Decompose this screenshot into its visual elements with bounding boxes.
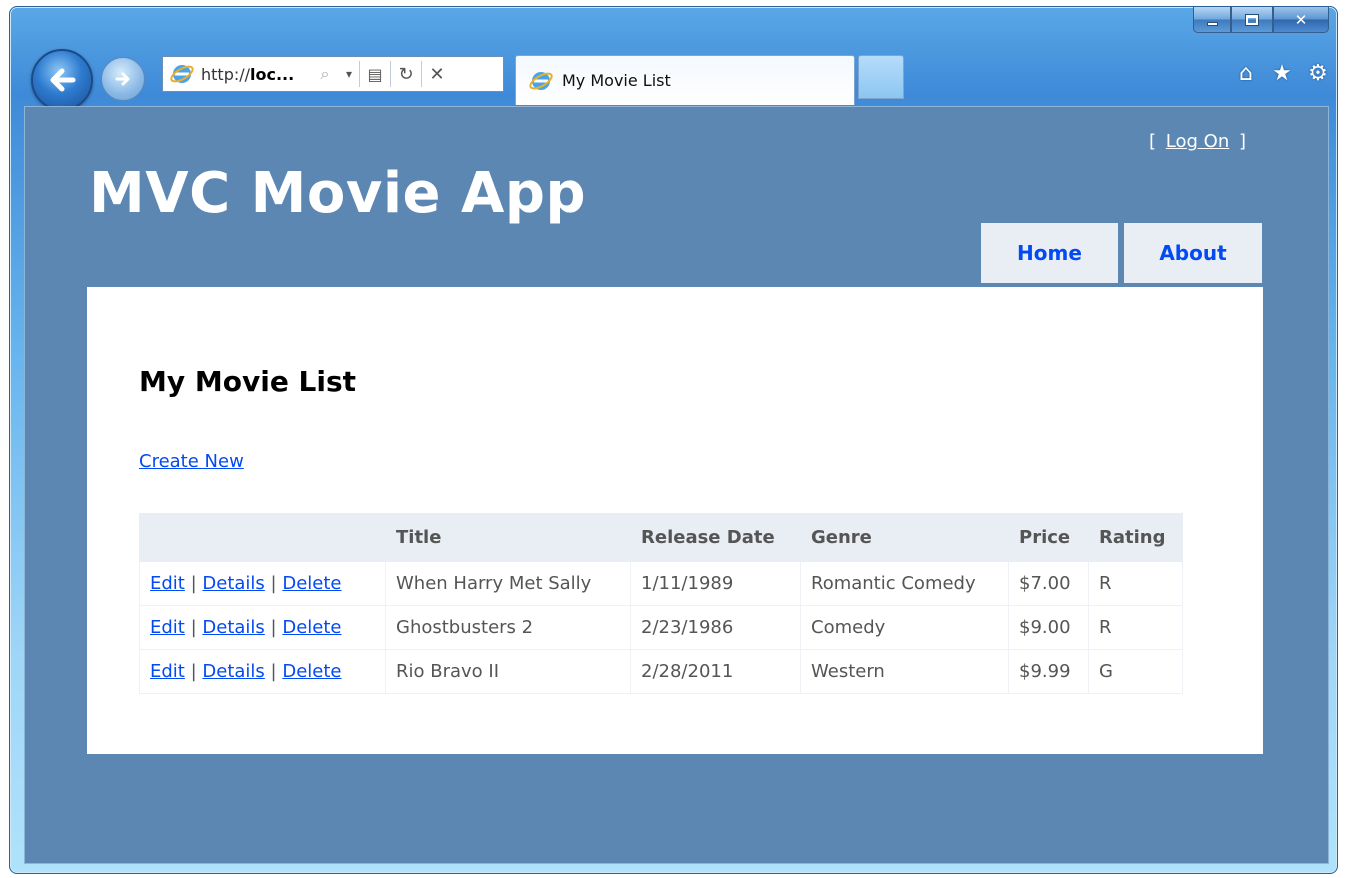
gear-icon[interactable]: ⚙ [1305, 60, 1331, 86]
command-icons: ⌂ ★ ⚙ [1233, 60, 1331, 86]
back-arrow-icon [50, 68, 76, 92]
cell-price: $7.00 [1008, 561, 1089, 606]
new-tab-button[interactable] [858, 55, 904, 99]
cell-release-date: 2/23/1986 [630, 605, 801, 650]
cell-genre: Western [800, 649, 1009, 694]
tab-title: My Movie List [562, 71, 671, 90]
address-url-prefix: http:// [201, 64, 251, 84]
table-row: Edit | Details | Delete Ghostbusters 2 2… [139, 605, 1183, 650]
page-viewport: [ Log On ] MVC Movie App Home About My M… [24, 106, 1329, 864]
cell-price: $9.99 [1008, 649, 1089, 694]
details-link[interactable]: Details [202, 661, 264, 682]
action-separator: | [270, 661, 277, 682]
address-url-host: loc... [250, 64, 295, 84]
main-menu: Home About [981, 223, 1262, 283]
row-actions: Edit | Details | Delete [139, 561, 386, 606]
column-header-rating: Rating [1088, 513, 1183, 562]
menu-item-home[interactable]: Home [981, 223, 1118, 283]
maximize-button[interactable] [1231, 7, 1273, 33]
table-row: Edit | Details | Delete When Harry Met S… [139, 561, 1183, 606]
column-header-title: Title [385, 513, 631, 562]
details-link[interactable]: Details [202, 617, 264, 638]
login-bracket-open: [ [1149, 131, 1157, 152]
movie-table: Title Release Date Genre Price Rating Ed… [139, 513, 1183, 694]
site-title: MVC Movie App [89, 161, 587, 226]
tab-my-movie-list[interactable]: My Movie List [515, 55, 855, 105]
ie-page-icon [170, 65, 194, 83]
close-icon: ✕ [1294, 10, 1308, 29]
cell-genre: Romantic Comedy [800, 561, 1009, 606]
close-button[interactable]: ✕ [1273, 7, 1329, 33]
login-display: [ Log On ] [1149, 131, 1246, 152]
cell-rating: R [1088, 561, 1183, 606]
create-new-link[interactable]: Create New [139, 451, 244, 472]
home-icon[interactable]: ⌂ [1233, 60, 1259, 86]
star-icon[interactable]: ★ [1269, 60, 1295, 86]
cell-release-date: 1/11/1989 [630, 561, 801, 606]
menu-item-about[interactable]: About [1124, 223, 1262, 283]
action-separator: | [190, 661, 197, 682]
row-actions: Edit | Details | Delete [139, 649, 386, 694]
edit-link[interactable]: Edit [150, 573, 185, 594]
cell-title: Ghostbusters 2 [385, 605, 631, 650]
delete-link[interactable]: Delete [282, 661, 341, 682]
delete-link[interactable]: Delete [282, 573, 341, 594]
column-header-release-date: Release Date [630, 513, 801, 562]
stop-icon[interactable]: ✕ [422, 56, 452, 92]
address-bar[interactable]: http://loc... ⌕ ▾ ▤ ↻ ✕ [162, 56, 504, 92]
login-bracket-close: ] [1238, 131, 1246, 152]
edit-link[interactable]: Edit [150, 661, 185, 682]
action-separator: | [190, 617, 197, 638]
forward-arrow-icon [115, 72, 130, 86]
action-separator: | [270, 573, 277, 594]
column-header-price: Price [1008, 513, 1089, 562]
address-url[interactable]: http://loc... [201, 65, 311, 84]
minimize-icon [1206, 21, 1218, 26]
column-header-actions [139, 513, 386, 562]
window-caption-buttons: ✕ [1193, 7, 1329, 33]
minimize-button[interactable] [1193, 7, 1231, 33]
cell-title: Rio Bravo II [385, 649, 631, 694]
cell-price: $9.00 [1008, 605, 1089, 650]
address-search-icon[interactable]: ⌕ [311, 56, 339, 92]
cell-genre: Comedy [800, 605, 1009, 650]
cell-title: When Harry Met Sally [385, 561, 631, 606]
table-row: Edit | Details | Delete Rio Bravo II 2/2… [139, 649, 1183, 694]
row-actions: Edit | Details | Delete [139, 605, 386, 650]
page-heading: My Movie List [139, 365, 357, 398]
refresh-icon[interactable]: ↻ [391, 56, 421, 92]
details-link[interactable]: Details [202, 573, 264, 594]
address-dropdown-icon[interactable]: ▾ [339, 56, 359, 92]
table-header-row: Title Release Date Genre Price Rating [139, 513, 1183, 562]
delete-link[interactable]: Delete [282, 617, 341, 638]
compatibility-view-icon[interactable]: ▤ [360, 56, 390, 92]
cell-release-date: 2/28/2011 [630, 649, 801, 694]
back-button[interactable] [31, 49, 93, 111]
maximize-icon [1245, 13, 1259, 26]
column-header-genre: Genre [800, 513, 1009, 562]
ie-tab-icon [529, 71, 553, 90]
action-separator: | [270, 617, 277, 638]
cell-rating: G [1088, 649, 1183, 694]
edit-link[interactable]: Edit [150, 617, 185, 638]
log-on-link[interactable]: Log On [1166, 131, 1229, 152]
cell-rating: R [1088, 605, 1183, 650]
forward-button[interactable] [101, 57, 145, 101]
main-content: My Movie List Create New Title Release D… [87, 287, 1263, 754]
action-separator: | [190, 573, 197, 594]
